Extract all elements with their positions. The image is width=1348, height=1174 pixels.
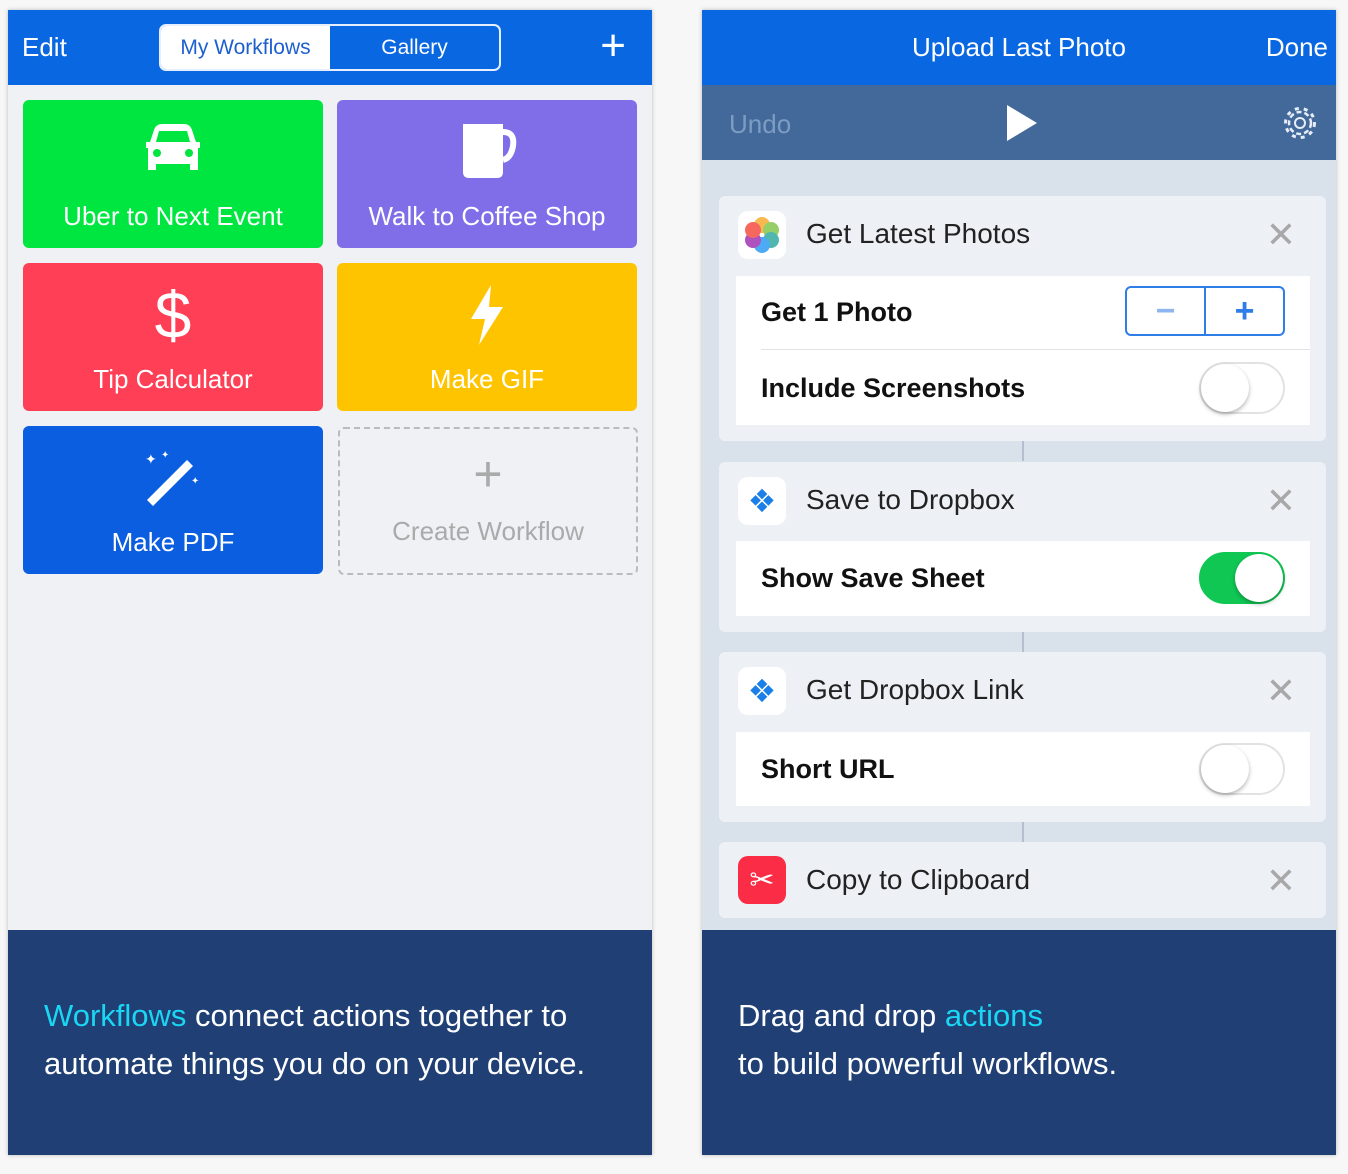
action-get-latest-photos[interactable]: Get Latest Photos ✕ Get 1 Photo − + Incl… — [719, 196, 1326, 441]
tile-label: Make GIF — [429, 364, 545, 394]
caption-panel: Workflows connect actions together to au… — [8, 930, 652, 1155]
close-icon[interactable]: ✕ — [1266, 670, 1296, 712]
tile-label: Uber to Next Event — [63, 201, 283, 231]
car-icon — [23, 122, 323, 182]
photos-icon — [738, 211, 786, 259]
undo-button[interactable]: Undo — [729, 109, 791, 140]
decrement-button[interactable]: − — [1127, 288, 1206, 334]
dropbox-icon: ❖ — [738, 477, 786, 525]
done-button[interactable]: Done — [1266, 32, 1328, 63]
show-save-sheet-toggle[interactable] — [1199, 552, 1285, 604]
tile-label: Walk to Coffee Shop — [368, 201, 606, 231]
workflow-title: Upload Last Photo — [912, 32, 1126, 62]
svg-text:✦: ✦ — [191, 476, 199, 487]
toggle-label: Short URL — [761, 753, 895, 784]
my-workflows-screen: Edit My Workflows Gallery + Uber to Next… — [8, 10, 652, 1155]
short-url-toggle[interactable] — [1199, 743, 1285, 795]
toggle-label: Include Screenshots — [761, 372, 1026, 403]
create-workflow-button[interactable]: + Create Workflow — [338, 427, 638, 575]
action-title: Get Latest Photos — [806, 218, 1031, 249]
increment-button[interactable]: + — [1206, 288, 1283, 334]
action-title: Copy to Clipboard — [806, 864, 1031, 895]
segmented-control: My Workflows Gallery — [159, 24, 501, 71]
svg-text:✦: ✦ — [161, 450, 169, 461]
nav-bar: Upload Last Photo Done — [702, 10, 1336, 85]
dollar-icon: $ — [154, 278, 192, 352]
action-get-dropbox-link[interactable]: ❖ Get Dropbox Link ✕ Short URL — [719, 652, 1326, 822]
edit-button[interactable]: Edit — [22, 32, 67, 63]
stepper-row: Get 1 Photo − + — [761, 276, 1310, 350]
toggle-row: Show Save Sheet — [761, 541, 1310, 615]
mug-icon — [337, 122, 637, 182]
tile-walk-to-coffee-shop[interactable]: Walk to Coffee Shop — [337, 100, 637, 248]
close-icon[interactable]: ✕ — [1266, 480, 1296, 522]
scissors-icon: ✂ — [738, 856, 786, 904]
stepper-label: Get 1 Photo — [761, 297, 913, 327]
add-workflow-button[interactable]: + — [600, 24, 626, 68]
toggle-label: Show Save Sheet — [761, 562, 985, 593]
action-copy-to-clipboard[interactable]: ✂ Copy to Clipboard ✕ — [719, 842, 1326, 918]
close-icon[interactable]: ✕ — [1266, 860, 1296, 902]
caption-text: Drag and drop actions to build powerful … — [738, 998, 1118, 1081]
caption-panel: Drag and drop actions to build powerful … — [702, 930, 1336, 1155]
action-title: Save to Dropbox — [806, 484, 1015, 515]
action-save-to-dropbox[interactable]: ❖ Save to Dropbox ✕ Show Save Sheet — [719, 462, 1326, 632]
tile-tip-calculator[interactable]: $ Tip Calculator — [23, 263, 323, 411]
tile-make-gif[interactable]: Make GIF — [337, 263, 637, 411]
tile-make-pdf[interactable]: ✦ ✦ ✦ Make PDF — [23, 426, 323, 574]
gear-icon[interactable] — [1282, 105, 1318, 141]
create-workflow-label: Create Workflow — [392, 516, 584, 546]
photo-count-stepper: − + — [1125, 286, 1285, 336]
tab-my-workflows[interactable]: My Workflows — [161, 26, 330, 69]
toolbar: Undo — [702, 85, 1336, 160]
dropbox-icon: ❖ — [738, 667, 786, 715]
lightning-icon — [337, 285, 637, 345]
play-icon[interactable] — [1005, 105, 1039, 141]
tile-label: Make PDF — [111, 527, 235, 557]
toggle-row: Short URL — [761, 732, 1310, 806]
tab-gallery[interactable]: Gallery — [330, 26, 499, 69]
plus-icon: + — [473, 446, 503, 502]
magic-wand-icon: ✦ ✦ ✦ — [23, 448, 323, 508]
action-title: Get Dropbox Link — [806, 674, 1024, 705]
caption-text: Workflows connect actions together to au… — [44, 998, 586, 1081]
tile-label: Tip Calculator — [93, 364, 253, 394]
close-icon[interactable]: ✕ — [1266, 214, 1296, 256]
nav-bar: Edit My Workflows Gallery + — [8, 10, 652, 85]
include-screenshots-toggle[interactable] — [1199, 362, 1285, 414]
workflow-editor-screen: Upload Last Photo Done Undo Get Latest P… — [702, 10, 1336, 1155]
svg-text:✦: ✦ — [145, 451, 157, 467]
tile-uber-to-next-event[interactable]: Uber to Next Event — [23, 100, 323, 248]
toggle-row: Include Screenshots — [761, 351, 1310, 425]
